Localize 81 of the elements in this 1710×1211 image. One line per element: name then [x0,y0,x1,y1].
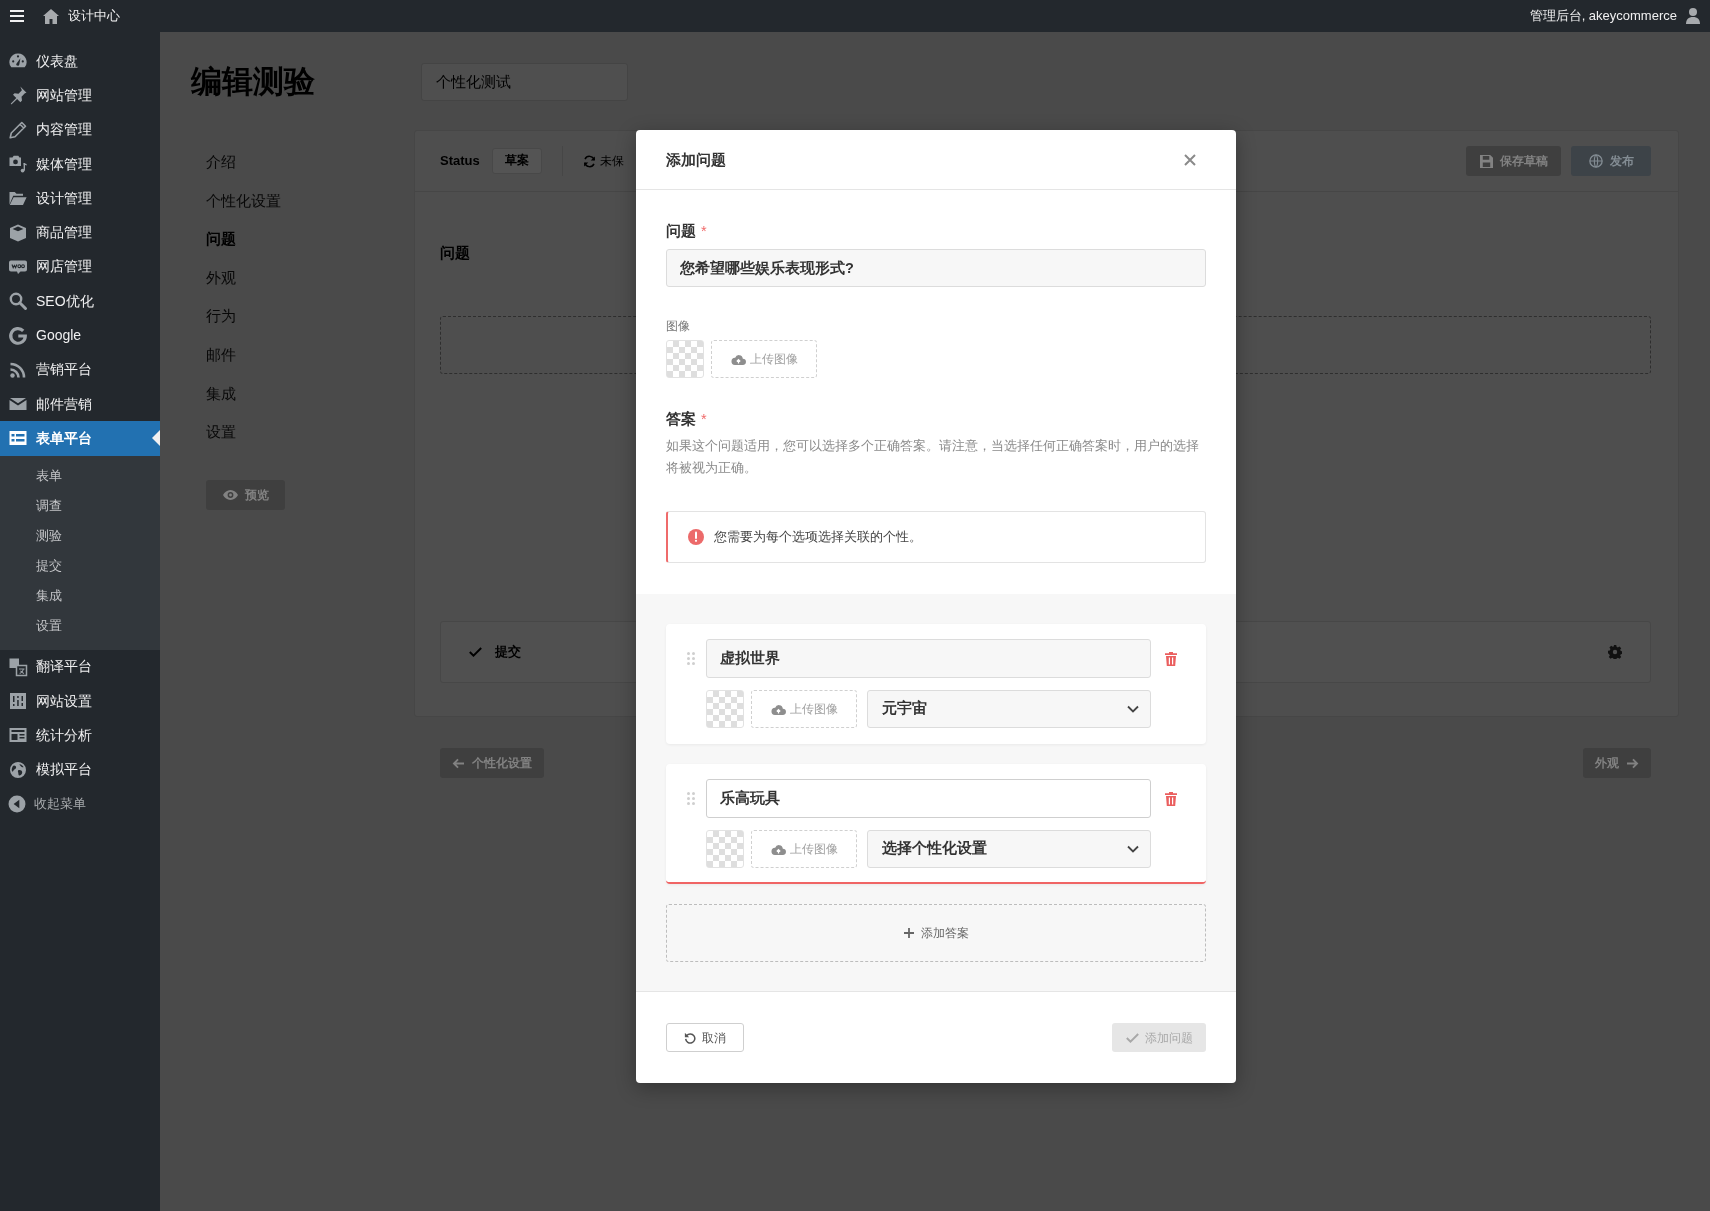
sidebar-item[interactable]: Google [0,318,160,353]
field-label: 答案 * [666,410,708,429]
image-label: 图像 [666,318,691,334]
search-icon [8,291,28,312]
submenu-item[interactable]: 提交 [0,550,160,581]
sidebar-item[interactable]: 内容管理 [0,112,160,147]
save-status-text: 未保 [599,153,624,170]
modal-title: 添加问题 [666,150,726,170]
sidebar-item[interactable]: 营销平台 [0,352,160,387]
cube-icon [8,222,28,243]
user-greeting-link[interactable]: 管理后台, akeycommerce [1529,6,1677,26]
page-title: 编辑测验 [191,63,316,101]
undo-icon [684,1031,696,1044]
drag-handle-icon[interactable] [687,652,695,665]
status-badge: 草案 [491,148,542,174]
answer-input[interactable]: 乐高玩具 [706,779,1151,818]
sidebar-item[interactable]: 表单平台 [0,421,160,456]
globe-icon [8,759,28,780]
checkerboard-icon [706,690,744,728]
personality-select[interactable]: 元宇宙 [867,690,1151,728]
add-answer-button[interactable]: 添加答案 [666,904,1206,962]
refresh-icon [582,154,596,168]
check-icon [1125,1032,1139,1043]
sidebar-item[interactable]: 设计管理 [0,181,160,216]
home-icon[interactable] [43,8,59,24]
sidebar-item[interactable]: 网站管理 [0,78,160,113]
arrow-right-icon [1626,757,1639,769]
drag-handle-icon[interactable] [687,792,695,805]
sidebar-item[interactable]: 邮件营销 [0,386,160,422]
sidebar-item[interactable]: 商品管理 [0,215,160,250]
pin-icon [8,85,28,106]
personality-select[interactable]: 选择个性化设置 [867,830,1151,868]
menu-icon[interactable] [10,10,24,22]
globe-icon [1588,154,1603,168]
sidebar-item[interactable]: 模拟平台 [0,752,160,787]
cloud-upload-icon [770,843,786,855]
trash-icon[interactable] [1165,651,1177,666]
sidebar-item[interactable]: 网站设置 [0,683,160,719]
chevron-down-icon [1127,705,1139,713]
sidebar-item[interactable]: 翻译平台 [0,649,160,684]
help-text: 如果这个问题适用，您可以选择多个正确答案。请注意，当选择任何正确答案时，用户的选择将被视为正确。 [666,438,1200,477]
sidebar-item[interactable]: SEO优化 [0,284,160,319]
submenu-item[interactable]: 调查 [0,490,160,521]
check-icon [469,647,482,657]
arrow-left-icon [452,757,465,769]
menu-pointer-icon [152,430,160,447]
pencil-icon [8,119,28,140]
sliders-icon [8,691,28,711]
checkerboard-icon [666,340,704,378]
alert-message: 您需要为每个选项选择关联的个性。 [714,528,922,546]
submenu-item[interactable]: 集成 [0,580,160,611]
cloud-upload-icon [770,703,786,715]
sidebar-item[interactable]: 仪表盘 [0,44,160,79]
cloud-upload-icon [730,353,746,365]
plus-icon [903,928,914,938]
question-input[interactable]: 您希望哪些娱乐表现形式? [666,249,1206,287]
submit-step-label: 提交 [495,643,521,661]
answer-input[interactable]: 虚拟世界 [706,639,1151,678]
user-avatar-icon[interactable] [1686,8,1700,24]
site-title-link[interactable]: 设计中心 [68,6,120,26]
field-label: 问题 * [666,222,708,241]
translate-icon [8,656,28,677]
g-icon [8,325,28,346]
section-heading: 问题 [440,244,470,263]
exclamation-circle-icon [688,529,704,545]
status-label: Status [440,152,480,171]
checkerboard-icon [706,830,744,868]
sidebar-item[interactable]: 媒体管理 [0,146,160,182]
sidebar-item[interactable]: 统计分析 [0,718,160,753]
cancel-button[interactable]: 取消 [666,1023,744,1052]
trash-icon[interactable] [1165,791,1177,806]
submenu-item[interactable]: 设置 [0,610,160,641]
submenu-item[interactable]: 测验 [0,520,160,551]
eye-icon [222,489,238,500]
camera-music-icon [8,154,28,175]
gear-icon[interactable] [1608,645,1622,659]
collapse-menu-button[interactable]: 收起菜单 [0,786,160,822]
chevron-down-icon [1127,845,1139,853]
sidebar-item[interactable]: 网店管理 [0,249,160,285]
close-icon[interactable] [1184,153,1196,166]
submenu-item[interactable]: 表单 [0,460,160,491]
